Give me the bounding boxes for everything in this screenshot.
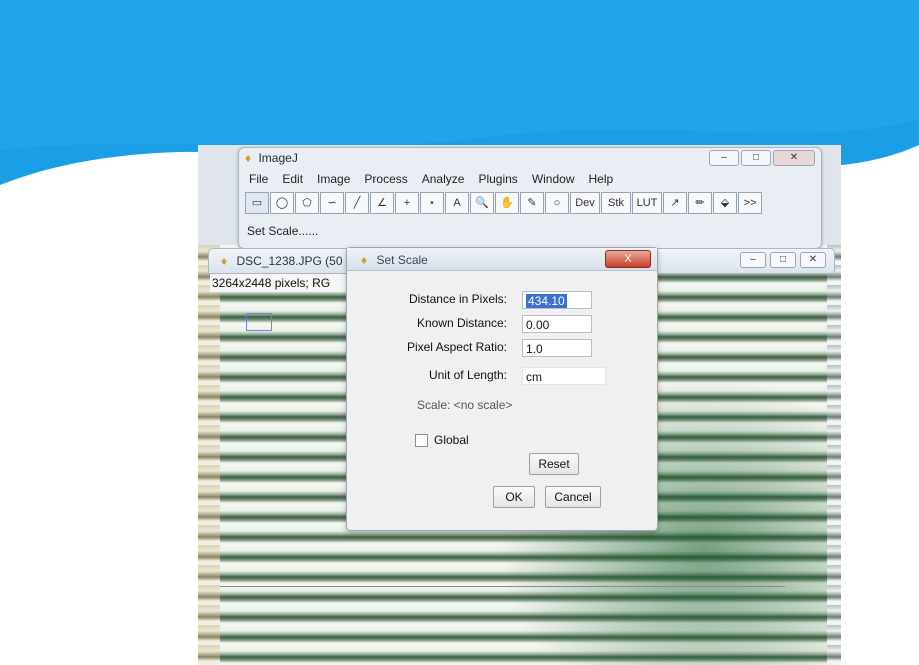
image-horizontal-line bbox=[220, 586, 785, 587]
dialog-icon: ♦ bbox=[361, 253, 368, 267]
dropper-icon[interactable]: ✎ bbox=[520, 192, 544, 214]
image-window-title: ♦ DSC_1238.JPG (50 bbox=[221, 254, 343, 268]
microscope-icon: ♦ bbox=[245, 151, 252, 165]
freehand-icon[interactable]: ∽ bbox=[320, 192, 344, 214]
arrow-icon[interactable]: ↗ bbox=[663, 192, 687, 214]
rectangle-icon[interactable]: ▭ bbox=[245, 192, 269, 214]
distance-field[interactable]: 434.10 bbox=[522, 291, 592, 309]
magnifier-icon[interactable]: 🔍 bbox=[470, 192, 494, 214]
imagej-toolbar: ▭ ◯ ⬠ ∽ ╱ ∠ + ⋆ A 🔍 ✋ ✎ ○ Dev Stk LUT ↗ ✏ ⬙ >> bbox=[245, 192, 762, 214]
circle-tool-icon[interactable]: ○ bbox=[545, 192, 569, 214]
dev-icon[interactable]: Dev bbox=[570, 192, 600, 214]
menu-window[interactable]: Window bbox=[532, 172, 575, 186]
set-scale-titlebar[interactable]: ♦ Set Scale X bbox=[347, 248, 657, 271]
stk-icon[interactable]: Stk bbox=[601, 192, 631, 214]
lut-icon[interactable]: LUT bbox=[632, 192, 662, 214]
polygon-icon[interactable]: ⬠ bbox=[295, 192, 319, 214]
wand-icon[interactable]: ⋆ bbox=[420, 192, 444, 214]
known-distance-field[interactable]: 0.00 bbox=[522, 315, 592, 333]
menu-image[interactable]: Image bbox=[317, 172, 350, 186]
imagej-window-controls: – □ ✕ bbox=[709, 150, 815, 166]
imagej-title-text: ImageJ bbox=[258, 151, 298, 165]
distance-label: Distance in Pixels: bbox=[408, 292, 507, 306]
cancel-button[interactable]: Cancel bbox=[545, 486, 601, 508]
menu-process[interactable]: Process bbox=[364, 172, 407, 186]
line-icon[interactable]: ╱ bbox=[345, 192, 369, 214]
maximize-icon[interactable]: □ bbox=[741, 150, 771, 166]
hand-icon[interactable]: ✋ bbox=[495, 192, 519, 214]
unit-field[interactable]: cm bbox=[522, 367, 606, 385]
navigator-rectangle bbox=[246, 313, 272, 331]
screenshot: ♦ ImageJ – □ ✕ File Edit Image Process A… bbox=[198, 145, 841, 665]
image-window-controls: – □ ✕ bbox=[740, 252, 826, 268]
ok-button[interactable]: OK bbox=[493, 486, 535, 508]
image-minimize-icon[interactable]: – bbox=[740, 252, 766, 268]
reset-button[interactable]: Reset bbox=[529, 453, 579, 475]
menu-analyze[interactable]: Analyze bbox=[422, 172, 465, 186]
angle-icon[interactable]: ∠ bbox=[370, 192, 394, 214]
menu-plugins[interactable]: Plugins bbox=[478, 172, 517, 186]
set-scale-dialog: ♦ Set Scale X Distance in Pixels: 434.10… bbox=[346, 247, 658, 531]
global-option[interactable]: Global bbox=[415, 433, 469, 447]
scale-readout: Scale: <no scale> bbox=[417, 398, 513, 412]
global-checkbox[interactable] bbox=[415, 433, 428, 447]
image-close-icon[interactable]: ✕ bbox=[800, 252, 826, 268]
text-icon[interactable]: A bbox=[445, 192, 469, 214]
more-tools-icon[interactable]: >> bbox=[738, 192, 762, 214]
unit-label: Unit of Length: bbox=[428, 368, 507, 382]
pencil-icon[interactable]: ✏ bbox=[688, 192, 712, 214]
flood-icon[interactable]: ⬙ bbox=[713, 192, 737, 214]
aspect-ratio-field[interactable]: 1.0 bbox=[522, 339, 592, 357]
image-info: 3264x2448 pixels; RG bbox=[210, 274, 346, 292]
set-scale-title: ♦ Set Scale bbox=[361, 253, 428, 267]
set-scale-title-text: Set Scale bbox=[376, 253, 428, 267]
distance-value: 434.10 bbox=[526, 294, 567, 308]
image-maximize-icon[interactable]: □ bbox=[770, 252, 796, 268]
known-label: Known Distance: bbox=[416, 316, 507, 330]
aspect-label: Pixel Aspect Ratio: bbox=[406, 340, 507, 354]
minimize-icon[interactable]: – bbox=[709, 150, 739, 166]
image-window-title-text: DSC_1238.JPG (50 bbox=[236, 254, 343, 268]
imagej-status: Set Scale...... bbox=[247, 224, 319, 238]
imagej-title: ♦ ImageJ bbox=[245, 151, 298, 165]
point-icon[interactable]: + bbox=[395, 192, 419, 214]
imagej-window: ♦ ImageJ – □ ✕ File Edit Image Process A… bbox=[238, 147, 822, 249]
global-label: Global bbox=[434, 433, 469, 447]
menu-file[interactable]: File bbox=[249, 172, 268, 186]
imagej-menubar: File Edit Image Process Analyze Plugins … bbox=[249, 172, 613, 186]
oval-icon[interactable]: ◯ bbox=[270, 192, 294, 214]
close-icon[interactable]: ✕ bbox=[773, 150, 815, 166]
dialog-close-button[interactable]: X bbox=[605, 250, 651, 268]
menu-edit[interactable]: Edit bbox=[282, 172, 303, 186]
image-icon: ♦ bbox=[221, 254, 228, 268]
menu-help[interactable]: Help bbox=[589, 172, 614, 186]
